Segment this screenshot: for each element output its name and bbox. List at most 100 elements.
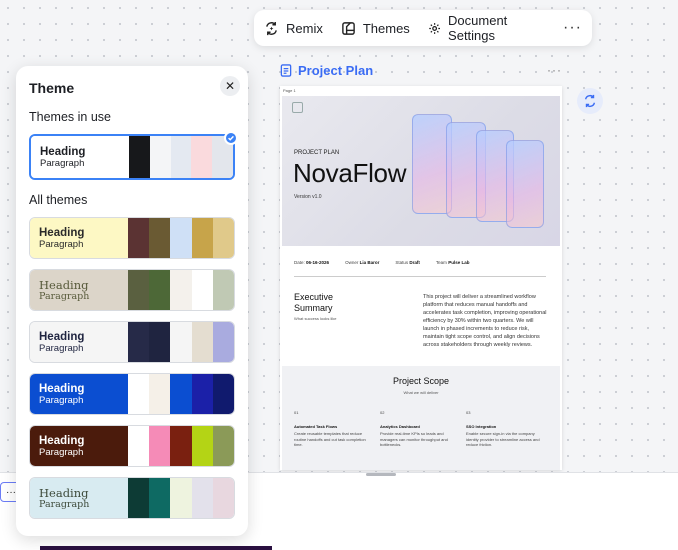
themes-button[interactable]: Themes — [341, 21, 410, 36]
color-swatch — [170, 374, 192, 414]
theme-preview-text: Heading Paragraph — [30, 218, 128, 258]
themes-in-use-label: Themes in use — [29, 110, 111, 124]
document-settings-label: Document Settings — [448, 13, 508, 43]
color-swatch — [212, 218, 234, 258]
theme-heading-sample: Heading — [40, 145, 86, 158]
color-swatch — [170, 270, 192, 310]
theme-preview-text: Heading Paragraph — [30, 322, 128, 362]
theme-paragraph-sample: Paragraph — [40, 157, 85, 169]
theme-paragraph-sample: Paragraph — [39, 498, 90, 510]
scope-item: 02 Analytics Dashboard Provide real-time… — [380, 410, 448, 447]
bottom-bar — [40, 546, 272, 550]
color-swatch — [191, 322, 213, 362]
ai-assist-button[interactable] — [577, 88, 603, 114]
color-swatch — [170, 478, 192, 518]
color-swatch — [212, 270, 234, 310]
color-swatch — [191, 478, 213, 518]
theme-card[interactable]: Heading Paragraph — [29, 477, 235, 519]
theme-card-in-use[interactable]: Heading Paragraph — [29, 134, 235, 180]
color-swatch — [191, 270, 213, 310]
color-swatch — [212, 322, 234, 362]
divider — [294, 276, 546, 277]
color-swatch — [149, 478, 171, 518]
document-settings-button[interactable]: Document Settings — [428, 13, 545, 43]
remix-button[interactable]: Remix — [264, 21, 323, 36]
theme-card[interactable]: Heading Paragraph — [29, 373, 235, 415]
all-themes-label: All themes — [29, 193, 88, 207]
color-swatch — [170, 218, 192, 258]
meta-row: Date: 06-16-2026 Owner Lia Baror Status … — [294, 260, 548, 265]
theme-card[interactable]: Heading Paragraph — [29, 425, 235, 467]
meta-status: Status Draft — [395, 260, 420, 265]
document-more-button[interactable]: ··· — [547, 63, 562, 77]
color-swatch — [212, 426, 234, 466]
remix-label: Remix — [286, 20, 323, 36]
theme-panel: Theme ✕ Themes in use Heading Paragraph A… — [16, 66, 248, 536]
panel-title: Theme — [29, 80, 75, 96]
color-swatch — [129, 136, 150, 178]
meta-team: Team Pulse Lab — [435, 260, 470, 265]
scope-item: 03 SSO Integration Enable secure sign-in… — [466, 410, 540, 447]
glass-panel-graphic — [506, 140, 544, 228]
color-swatch — [191, 136, 213, 178]
theme-paragraph-sample: Paragraph — [39, 290, 90, 302]
color-swatch — [191, 374, 213, 414]
document-icon — [280, 63, 292, 77]
hero-title: NovaFlow — [293, 158, 407, 188]
color-swatch — [212, 478, 234, 518]
theme-card[interactable]: Heading Paragraph — [29, 217, 235, 259]
color-swatch — [149, 374, 171, 414]
theme-heading-sample: Heading — [39, 226, 85, 239]
theme-card[interactable]: Heading Paragraph — [29, 269, 235, 311]
color-swatch — [149, 426, 171, 466]
logo-placeholder-icon — [292, 102, 303, 113]
color-swatch — [149, 136, 171, 178]
summary-subtitle: What success looks like — [294, 316, 337, 321]
theme-preview-text: Heading Paragraph — [30, 426, 128, 466]
document-title[interactable]: Project Plan — [298, 63, 373, 78]
hero-version: Version v1.0 — [294, 194, 322, 200]
theme-heading-sample: Heading — [39, 277, 89, 292]
sparkle-refresh-icon — [584, 94, 596, 108]
color-swatch — [170, 322, 192, 362]
color-swatch — [191, 426, 213, 466]
theme-heading-sample: Heading — [39, 485, 89, 500]
theme-preview-text: Heading Paragraph — [31, 136, 129, 178]
color-swatch — [170, 426, 192, 466]
scope-section: Project Scope What we will deliver 01 Au… — [282, 366, 560, 470]
resize-handle[interactable] — [366, 473, 396, 476]
close-button[interactable]: ✕ — [220, 76, 240, 96]
color-swatch — [212, 374, 234, 414]
remix-icon — [266, 21, 277, 35]
scope-subtitle: What we will deliver — [403, 390, 439, 395]
theme-card[interactable]: Heading Paragraph — [29, 321, 235, 363]
document-page[interactable]: Page 1 PROJECT PLAN NovaFlow Version v1.… — [280, 86, 562, 470]
color-swatch — [128, 218, 150, 258]
gear-icon — [429, 22, 440, 34]
color-swatch — [128, 478, 150, 518]
scope-title: Project Scope — [392, 376, 450, 386]
color-swatch — [149, 322, 171, 362]
theme-paragraph-sample: Paragraph — [39, 238, 84, 250]
meta-owner: Owner Lia Baror — [345, 260, 380, 265]
color-swatch — [128, 270, 150, 310]
page-number-label: Page 1 — [283, 88, 296, 93]
color-swatch — [128, 374, 150, 414]
theme-heading-sample: Heading — [39, 330, 85, 343]
color-swatch — [170, 136, 192, 178]
theme-preview-text: Heading Paragraph — [30, 270, 128, 310]
color-swatch — [149, 270, 171, 310]
color-swatch — [149, 218, 171, 258]
color-swatch — [128, 322, 150, 362]
hero-section: PROJECT PLAN NovaFlow Version v1.0 — [282, 96, 560, 246]
toolbar-more-button[interactable]: ··· — [563, 19, 582, 37]
themes-icon — [342, 21, 355, 35]
theme-preview-text: Heading Paragraph — [30, 374, 128, 414]
hero-kicker: PROJECT PLAN — [294, 150, 340, 156]
top-toolbar: Remix Themes Document Settings ··· — [254, 10, 592, 46]
summary-body: This project will deliver a streamlined … — [423, 294, 547, 348]
theme-heading-sample: Heading — [39, 434, 85, 447]
theme-heading-sample: Heading — [39, 382, 85, 395]
theme-paragraph-sample: Paragraph — [39, 394, 84, 406]
theme-preview-text: Heading Paragraph — [30, 478, 128, 518]
